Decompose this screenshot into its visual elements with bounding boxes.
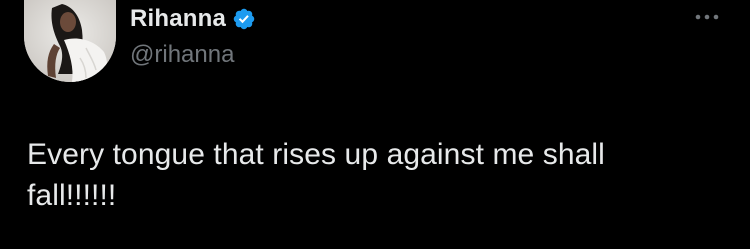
tweet-text: Every tongue that rises up against me sh… xyxy=(27,138,605,212)
display-name[interactable]: Rihanna xyxy=(130,5,226,33)
author-handle[interactable]: @rihanna xyxy=(130,41,234,69)
more-options-icon[interactable] xyxy=(692,10,722,24)
verified-badge-icon[interactable] xyxy=(232,7,256,31)
profile-avatar-image xyxy=(24,0,116,82)
tweet: Rihanna @rihanna Every tongue that rises… xyxy=(0,0,750,249)
author-row: Rihanna xyxy=(130,4,256,34)
avatar[interactable] xyxy=(24,0,116,82)
